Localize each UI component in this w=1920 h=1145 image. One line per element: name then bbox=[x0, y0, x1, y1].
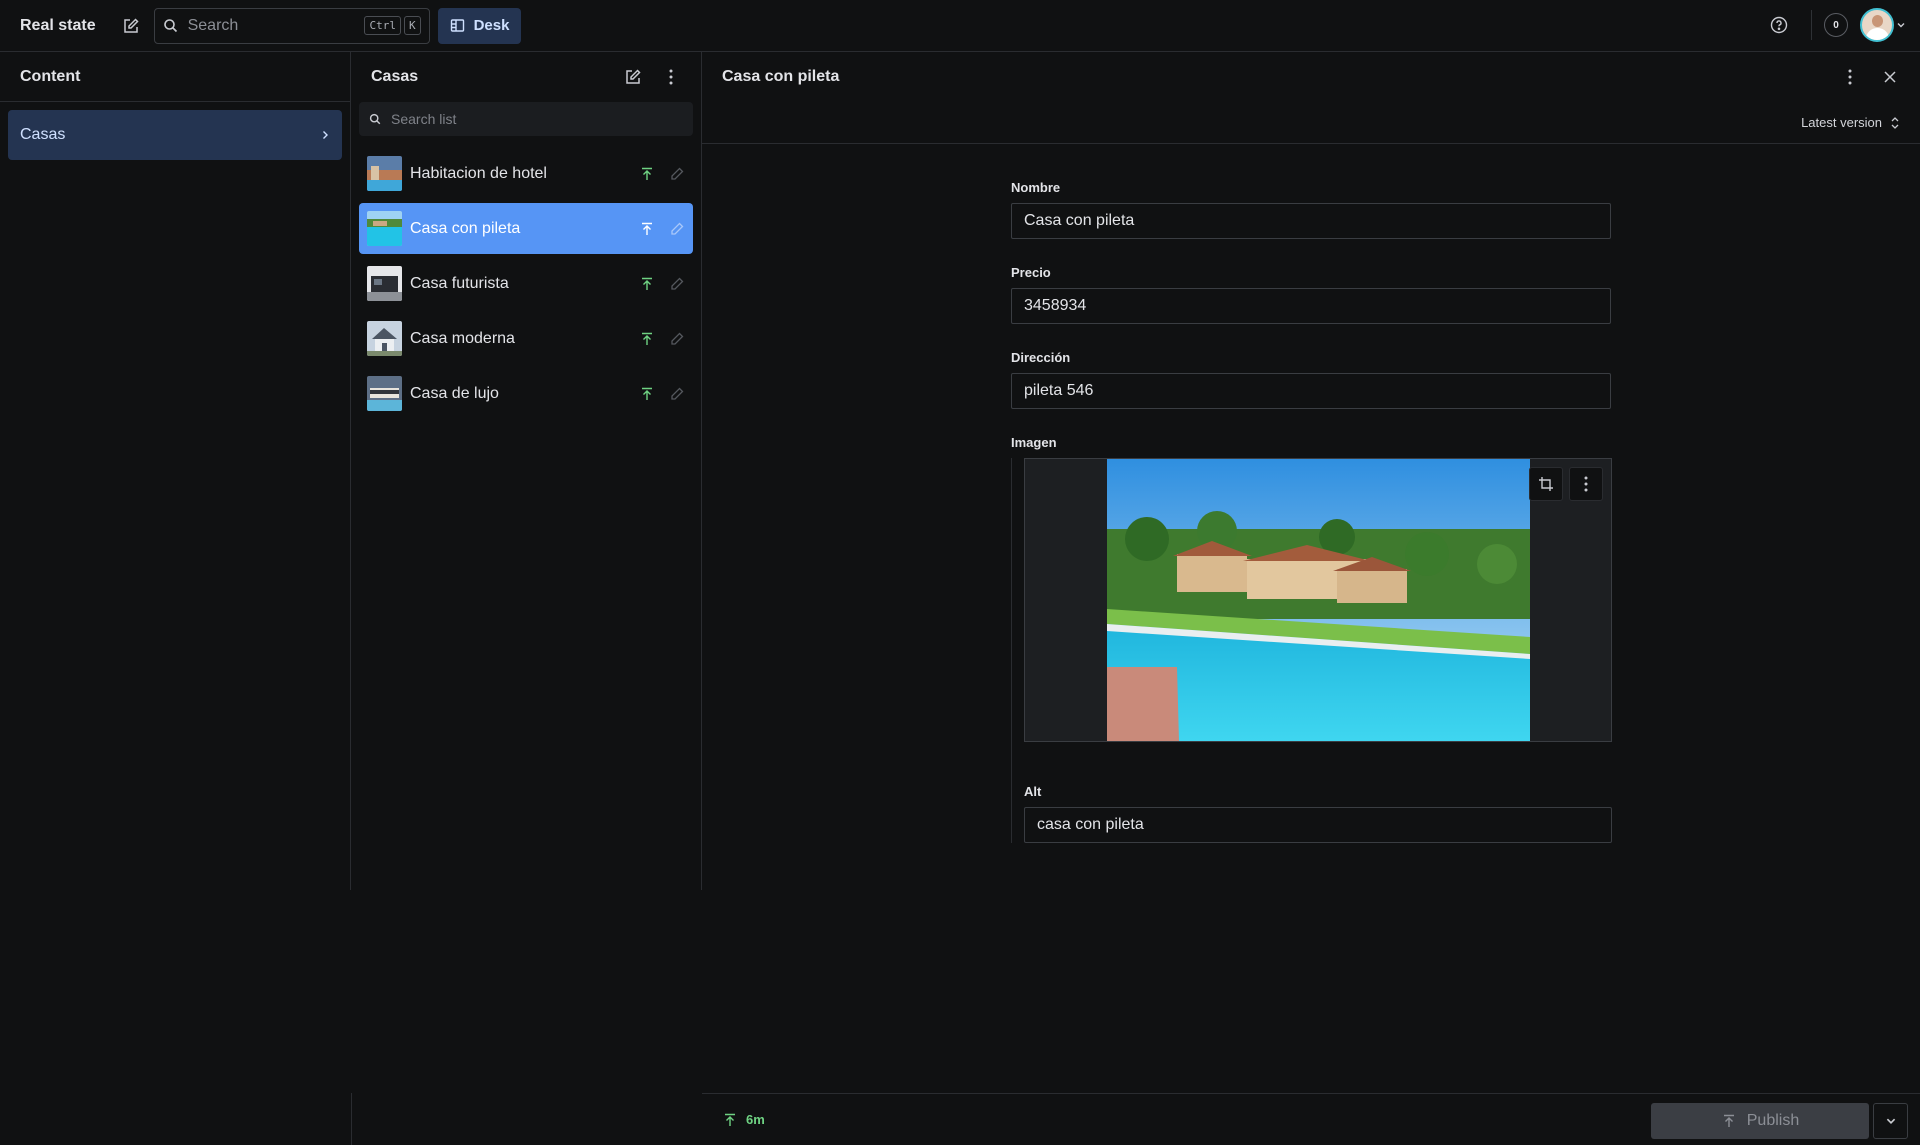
publish-status-time: 6m bbox=[746, 1112, 765, 1127]
more-vertical-icon[interactable] bbox=[1840, 67, 1860, 87]
version-label: Latest version bbox=[1801, 115, 1882, 130]
field-label: Imagen bbox=[1011, 435, 1057, 450]
field-precio: Precio 3458934 bbox=[1011, 265, 1611, 324]
version-selector[interactable]: Latest version bbox=[702, 102, 1920, 144]
list-search-placeholder: Search list bbox=[391, 111, 457, 127]
draft-edit-icon bbox=[669, 386, 685, 402]
list-item[interactable]: Casa con pileta bbox=[359, 203, 693, 254]
precio-input[interactable]: 3458934 bbox=[1011, 288, 1611, 324]
divider bbox=[1811, 10, 1812, 40]
new-document-icon[interactable] bbox=[623, 67, 643, 87]
published-icon bbox=[639, 276, 655, 292]
published-icon bbox=[639, 386, 655, 402]
document-footer: 6m Publish bbox=[702, 1093, 1920, 1145]
thumbnail-image bbox=[367, 266, 402, 301]
thumbnail-image bbox=[367, 321, 402, 356]
publish-icon bbox=[1723, 1114, 1734, 1127]
compose-icon[interactable] bbox=[120, 15, 142, 37]
search-icon bbox=[369, 113, 381, 125]
chevron-right-icon bbox=[323, 131, 328, 139]
draft-edit-icon bbox=[669, 276, 685, 292]
close-icon[interactable] bbox=[1880, 67, 1900, 87]
publish-menu-button[interactable] bbox=[1873, 1103, 1908, 1139]
published-icon bbox=[639, 221, 655, 237]
nav-item-label: Casas bbox=[20, 126, 66, 143]
thumbnail-image bbox=[367, 211, 402, 246]
top-bar: Real state Search Ctrl K Desk 0 bbox=[0, 0, 1920, 52]
published-icon bbox=[725, 1113, 735, 1126]
draft-edit-icon bbox=[669, 331, 685, 347]
list-item-title: Casa con pileta bbox=[410, 219, 521, 237]
published-icon bbox=[639, 166, 655, 182]
desk-tool-button[interactable]: Desk bbox=[437, 7, 522, 44]
document-list: Habitacion de hotel Casa con pileta Casa… bbox=[351, 148, 701, 419]
content-pane-title: Content bbox=[0, 52, 350, 102]
top-right-actions: 0 bbox=[1769, 8, 1906, 42]
document-form: Nombre Casa con pileta Precio 3458934 Di… bbox=[1011, 180, 1612, 869]
publish-status[interactable]: 6m bbox=[722, 1112, 765, 1128]
user-avatar[interactable] bbox=[1860, 8, 1894, 42]
desk-icon bbox=[450, 19, 464, 32]
field-label: Dirección bbox=[1011, 350, 1071, 365]
content-pane: Content Casas bbox=[0, 52, 351, 890]
field-label: Alt bbox=[1024, 784, 1042, 799]
divider bbox=[351, 1093, 352, 1145]
document-header: Casa con pileta bbox=[702, 52, 1920, 102]
draft-edit-icon bbox=[669, 166, 685, 182]
draft-edit-icon bbox=[669, 221, 685, 237]
tasks-count-badge[interactable]: 0 bbox=[1824, 13, 1848, 37]
list-item[interactable]: Casa futurista bbox=[359, 258, 693, 309]
alt-input[interactable]: casa con pileta bbox=[1024, 807, 1612, 843]
document-pane: Casa con pileta Latest version Nombre Ca… bbox=[702, 52, 1920, 1093]
image-field-block: Alt casa con pileta bbox=[1011, 458, 1612, 843]
shortcut-k: K bbox=[403, 16, 421, 35]
chevron-down-icon[interactable] bbox=[1896, 17, 1906, 34]
thumbnail-image bbox=[367, 376, 402, 411]
list-item[interactable]: Casa moderna bbox=[359, 313, 693, 364]
direccion-input[interactable]: pileta 546 bbox=[1011, 373, 1611, 409]
more-vertical-icon[interactable] bbox=[1569, 467, 1603, 501]
search-placeholder: Search bbox=[187, 16, 239, 34]
chevron-down-icon bbox=[1886, 1118, 1895, 1124]
list-item[interactable]: Casa de lujo bbox=[359, 368, 693, 419]
nav-item-casas[interactable]: Casas bbox=[8, 110, 342, 160]
list-pane-title: Casas bbox=[371, 68, 419, 85]
list-search-input[interactable]: Search list bbox=[359, 102, 693, 136]
field-nombre: Nombre Casa con pileta bbox=[1011, 180, 1611, 239]
field-imagen: Imagen Alt casa con pileta bbox=[1011, 435, 1612, 843]
published-icon bbox=[639, 331, 655, 347]
field-label: Nombre bbox=[1011, 180, 1061, 195]
house-with-pool-image bbox=[1107, 459, 1530, 741]
field-label: Precio bbox=[1011, 265, 1051, 280]
more-vertical-icon[interactable] bbox=[661, 67, 681, 87]
image-preview[interactable] bbox=[1024, 458, 1612, 742]
list-item-title: Casa futurista bbox=[410, 274, 509, 292]
image-actions bbox=[1529, 467, 1603, 501]
nombre-input[interactable]: Casa con pileta bbox=[1011, 203, 1611, 239]
publish-label: Publish bbox=[1746, 1112, 1800, 1129]
document-title: Casa con pileta bbox=[722, 68, 840, 85]
help-icon[interactable] bbox=[1769, 15, 1789, 35]
list-item-title: Casa moderna bbox=[410, 329, 515, 347]
list-item-title: Habitacion de hotel bbox=[410, 164, 547, 182]
list-pane-header: Casas bbox=[351, 52, 701, 102]
documents-list-pane: Casas Search list Habitacion de hotel Ca… bbox=[351, 52, 702, 890]
global-search-input[interactable]: Search Ctrl K bbox=[153, 7, 430, 44]
publish-button[interactable]: Publish bbox=[1651, 1103, 1869, 1139]
workspace-name[interactable]: Real state bbox=[20, 17, 96, 35]
search-icon bbox=[163, 19, 177, 33]
list-item-title: Casa de lujo bbox=[410, 384, 499, 402]
list-item[interactable]: Habitacion de hotel bbox=[359, 148, 693, 199]
field-direccion: Dirección pileta 546 bbox=[1011, 350, 1611, 409]
shortcut-ctrl: Ctrl bbox=[364, 16, 401, 35]
desk-label: Desk bbox=[473, 17, 510, 34]
crop-icon[interactable] bbox=[1529, 467, 1563, 501]
thumbnail-image bbox=[367, 156, 402, 191]
chevron-updown-icon bbox=[1891, 116, 1899, 129]
